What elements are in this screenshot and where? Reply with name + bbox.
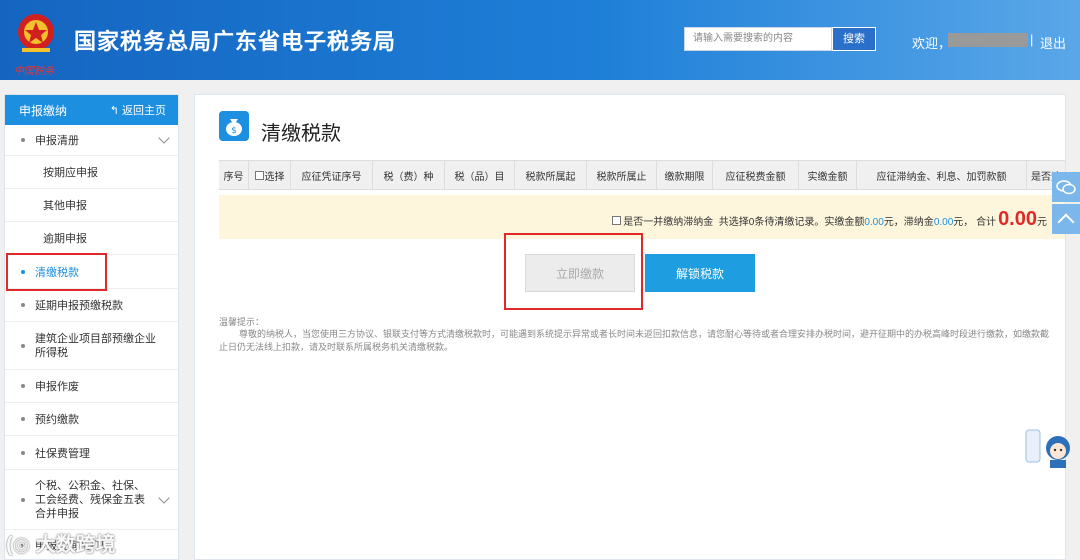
- back-to-top-button[interactable]: [1052, 204, 1080, 234]
- col-header-select[interactable]: 选择: [249, 161, 291, 189]
- bullet-icon: [21, 450, 25, 455]
- sidebar: 申报缴纳 ↰ 返回主页 申报清册 按期应申报 其他申报 逾期申报 清缴税款 延期…: [4, 94, 179, 560]
- total-label: 合计: [976, 217, 997, 228]
- col-header: 应征凭证序号: [291, 161, 373, 189]
- col-header: 序号: [219, 161, 249, 189]
- bullet-icon: [21, 417, 25, 421]
- sidebar-item-void[interactable]: 申报作废: [5, 370, 178, 403]
- money-bag-icon: $: [219, 111, 249, 141]
- col-header: 实缴金额: [799, 161, 857, 189]
- sidebar-item-label: 社保费管理: [35, 447, 90, 460]
- unlock-tax-button[interactable]: 解锁税款: [645, 254, 755, 292]
- svg-text:$: $: [231, 126, 237, 136]
- col-header: 应征税费金额: [713, 161, 799, 189]
- logout-link[interactable]: 退出: [1040, 33, 1066, 52]
- bullet-icon: [21, 384, 25, 388]
- search-input[interactable]: 请输入需要搜索的内容: [684, 27, 832, 51]
- sidebar-item-label: 申报清册: [35, 135, 79, 147]
- chat-icon: [1056, 180, 1076, 195]
- watermark: (◎ 大数跨境: [6, 534, 116, 556]
- sidebar-item-label: 建筑企业项目部预缴企业所得税: [35, 332, 156, 359]
- emblem-caption: 中国税务: [14, 66, 54, 77]
- paid-amount: 0.00: [864, 217, 884, 228]
- col-header: 税（费）种: [373, 161, 445, 189]
- yuan-text: 元，滞纳金: [883, 217, 934, 228]
- watermark-logo-icon: (◎: [6, 534, 36, 556]
- select-all-checkbox[interactable]: [254, 170, 264, 180]
- chevron-up-icon: [1057, 213, 1075, 231]
- sidebar-item-label: 延期申报预缴税款: [35, 300, 123, 312]
- sidebar-subitem-periodic[interactable]: 按期应申报: [5, 156, 178, 189]
- username-redacted: [948, 33, 1028, 47]
- sidebar-item-five-table[interactable]: 个税、公积金、社保、工会经费、残保金五表合并申报: [5, 470, 178, 530]
- yuan-text: 元，: [953, 217, 974, 228]
- sidebar-subitem-other[interactable]: 其他申报: [5, 189, 178, 222]
- sidebar-item-label: 其他申报: [43, 200, 87, 212]
- col-header: 应征滞纳金、利息、加罚款额: [857, 161, 1027, 189]
- sidebar-item-label: 申报作废: [35, 381, 79, 393]
- summary-line: 是否一并缴纳滞纳金 共选择0条待清缴记录。实缴金额 0.00 元，滞纳金 0.0…: [612, 208, 1047, 231]
- tips-body: 尊敬的纳税人，当您使用三方协议、银联支付等方式清缴税款时，可能遇到系统提示异常或…: [219, 329, 1050, 352]
- bullet-icon: [21, 138, 25, 142]
- tax-emblem-icon: [18, 14, 54, 52]
- chevron-down-icon: [158, 491, 170, 504]
- yuan-text: 元: [1037, 217, 1047, 228]
- mascot-assistant-icon[interactable]: [1024, 426, 1072, 470]
- site-title[interactable]: 国家税务总局广东省电子税务局: [74, 24, 396, 56]
- highlight-box-sidebar: [6, 253, 107, 291]
- selected-count-text: 共选择0条待清缴记录。实缴金额: [718, 217, 865, 228]
- total-amount: 0.00: [998, 208, 1037, 230]
- bullet-icon: [21, 343, 25, 348]
- sidebar-header: 申报缴纳 ↰ 返回主页: [5, 95, 178, 125]
- late-fee-amount: 0.00: [933, 217, 954, 228]
- highlight-box-pay-button: [504, 233, 643, 310]
- header-separator: |: [1030, 32, 1034, 47]
- table-header: 序号 选择 应征凭证序号 税（费）种 税（品）目 税款所属起 税款所属止 缴款期…: [219, 160, 1065, 190]
- sidebar-item-construction-prepay[interactable]: 建筑企业项目部预缴企业所得税: [5, 322, 178, 370]
- welcome-text: 欢迎，: [912, 36, 952, 51]
- col-header: 税（品）目: [445, 161, 515, 189]
- sidebar-item-declaration-list[interactable]: 申报清册: [5, 125, 178, 156]
- late-fee-checkbox[interactable]: [612, 216, 622, 225]
- sidebar-section-title: 申报缴纳: [19, 103, 68, 118]
- sidebar-item-scheduled-payment[interactable]: 预约缴款: [5, 403, 178, 436]
- late-fee-label: 是否一并缴纳滞纳金: [623, 217, 714, 228]
- col-header: 税款所属止: [587, 161, 657, 189]
- back-home-link[interactable]: ↰ 返回主页: [110, 102, 166, 118]
- top-header: 中国税务 国家税务总局广东省电子税务局 请输入需要搜索的内容 搜索 欢迎， | …: [0, 0, 1080, 80]
- sidebar-item-label: 个税、公积金、社保、工会经费、残保金五表合并申报: [35, 479, 145, 520]
- sidebar-item-label: 逾期申报: [43, 233, 87, 245]
- main-panel: $ 清缴税款 序号 选择 应征凭证序号 税（费）种 税（品）目 税款所属起 税款…: [194, 94, 1066, 560]
- search-button[interactable]: 搜索: [832, 27, 876, 51]
- page-title: 清缴税款: [261, 123, 341, 145]
- bullet-icon: [21, 497, 25, 502]
- sidebar-item-label: 按期应申报: [43, 167, 98, 179]
- sidebar-item-label: 预约缴款: [35, 414, 79, 426]
- col-header: 缴款期限: [657, 161, 713, 189]
- chat-float-button[interactable]: [1052, 172, 1080, 202]
- sidebar-subitem-overdue[interactable]: 逾期申报: [5, 222, 178, 255]
- sidebar-item-deferred-prepay[interactable]: 延期申报预缴税款: [5, 289, 178, 322]
- sidebar-item-social-security[interactable]: 社保费管理: [5, 436, 178, 470]
- bullet-icon: [21, 303, 25, 307]
- tips-title: 温馨提示：: [219, 317, 265, 327]
- back-arrow-icon: ↰: [109, 105, 122, 117]
- chevron-down-icon: [158, 132, 170, 144]
- col-header: 税款所属起: [515, 161, 587, 189]
